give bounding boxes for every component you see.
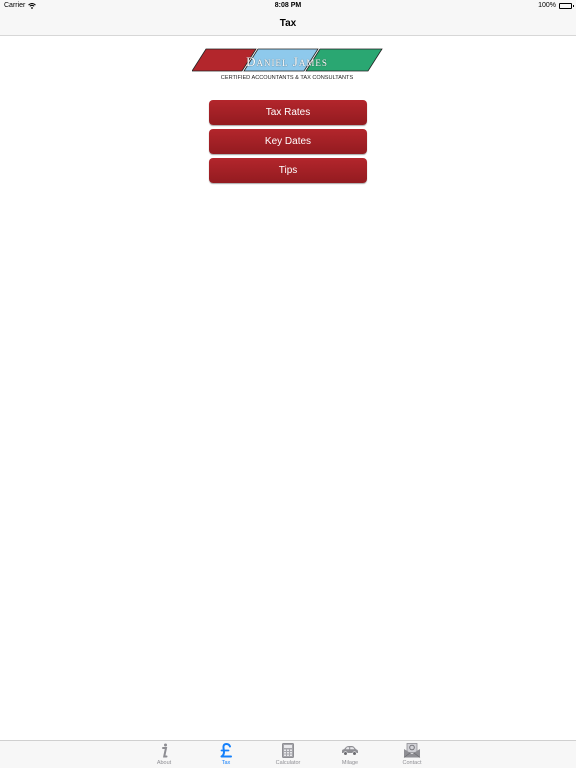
tab-milage-label: Milage — [341, 760, 359, 766]
pound-icon — [220, 743, 232, 758]
tax-rates-button[interactable]: Tax Rates — [209, 100, 367, 125]
key-dates-button[interactable]: Key Dates — [209, 129, 367, 154]
tab-calculator[interactable]: Calculator — [268, 743, 308, 768]
tab-tax-label: Tax — [221, 760, 231, 766]
battery-icon — [559, 2, 574, 9]
logo-tagline: CERTIFIED ACCOUNTANTS & TAX CONSULTANTS — [220, 75, 354, 81]
tab-calculator-label: Calculator — [275, 760, 301, 766]
tab-about[interactable]: About — [144, 743, 184, 768]
tab-bar: About Tax Calculator Milage Contact — [0, 740, 576, 768]
tips-button[interactable]: Tips — [209, 158, 367, 183]
calculator-icon — [282, 743, 294, 758]
company-logo: Daniel James CERTIFIED ACCOUNTANTS & TAX… — [192, 48, 384, 86]
status-bar: Carrier 8:08 PM 100% — [0, 0, 576, 12]
battery-status: 100% — [538, 2, 574, 9]
car-icon — [342, 746, 358, 756]
status-time: 8:08 PM — [274, 2, 302, 9]
tax-menu: Tax Rates Key Dates Tips — [209, 100, 367, 187]
info-icon — [162, 743, 168, 758]
tab-tax[interactable]: Tax — [206, 743, 246, 768]
tab-contact[interactable]: Contact — [392, 743, 432, 768]
page-title: Tax — [279, 18, 297, 29]
tab-contact-label: Contact — [402, 760, 422, 766]
logo-name: Daniel James — [246, 54, 328, 69]
tab-milage[interactable]: Milage — [330, 743, 370, 768]
battery-percent: 100% — [538, 2, 556, 9]
tab-about-label: About — [156, 760, 172, 766]
navigation-bar: Tax — [0, 12, 576, 36]
envelope-icon — [403, 743, 421, 758]
